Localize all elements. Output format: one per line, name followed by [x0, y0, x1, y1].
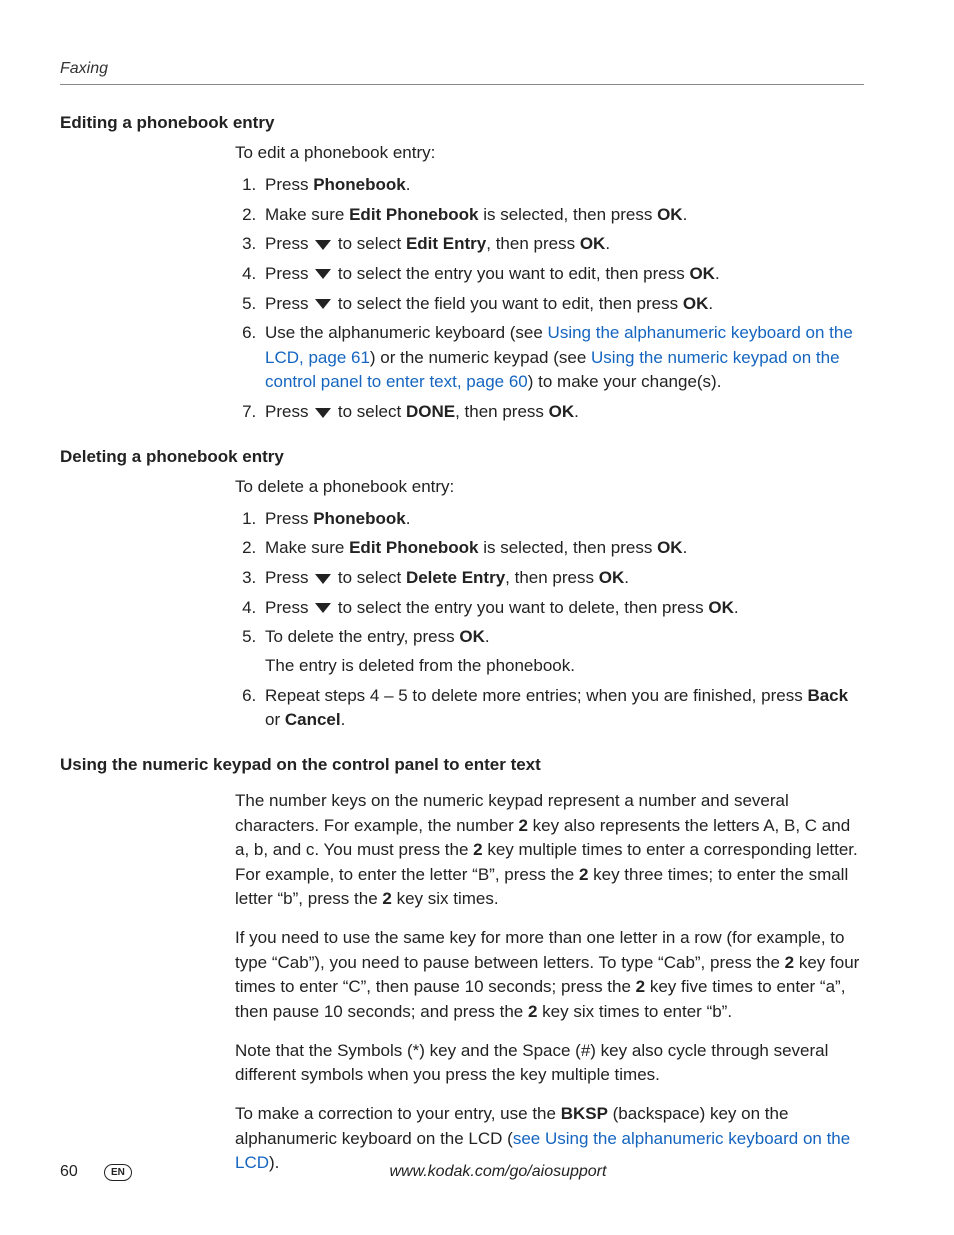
edit-step-2: Make sure Edit Phonebook is selected, th…	[261, 203, 864, 228]
edit-steps: Press Phonebook. Make sure Edit Phoneboo…	[235, 173, 864, 425]
down-arrow-icon	[315, 574, 331, 584]
delete-step-3: Press to select Delete Entry, then press…	[261, 566, 864, 591]
delete-steps: Press Phonebook. Make sure Edit Phoneboo…	[235, 507, 864, 733]
edit-step-6: Use the alphanumeric keyboard (see Using…	[261, 321, 864, 395]
down-arrow-icon	[315, 603, 331, 613]
keypad-para-1: The number keys on the numeric keypad re…	[235, 789, 864, 912]
delete-step-5-result: The entry is deleted from the phonebook.	[265, 654, 864, 679]
edit-step-5: Press to select the field you want to ed…	[261, 292, 864, 317]
edit-intro: To edit a phonebook entry:	[235, 143, 864, 163]
language-badge: EN	[104, 1164, 132, 1181]
down-arrow-icon	[315, 240, 331, 250]
edit-step-1: Press Phonebook.	[261, 173, 864, 198]
edit-step-3: Press to select Edit Entry, then press O…	[261, 232, 864, 257]
footer-url: www.kodak.com/go/aiosupport	[132, 1163, 864, 1181]
delete-step-1: Press Phonebook.	[261, 507, 864, 532]
down-arrow-icon	[315, 269, 331, 279]
keypad-para-2: If you need to use the same key for more…	[235, 926, 864, 1025]
section-heading-deleting: Deleting a phonebook entry	[60, 447, 864, 467]
delete-step-4: Press to select the entry you want to de…	[261, 596, 864, 621]
section-heading-editing: Editing a phonebook entry	[60, 113, 864, 133]
edit-step-7: Press to select DONE, then press OK.	[261, 400, 864, 425]
delete-intro: To delete a phonebook entry:	[235, 477, 864, 497]
delete-step-5: To delete the entry, press OK. The entry…	[261, 625, 864, 678]
page-footer: 60 EN www.kodak.com/go/aiosupport	[60, 1163, 864, 1181]
running-header: Faxing	[60, 60, 864, 85]
page-number: 60	[60, 1163, 100, 1181]
down-arrow-icon	[315, 408, 331, 418]
keypad-para-3: Note that the Symbols (*) key and the Sp…	[235, 1039, 864, 1088]
delete-step-6: Repeat steps 4 – 5 to delete more entrie…	[261, 684, 864, 733]
section-heading-keypad: Using the numeric keypad on the control …	[60, 755, 864, 775]
edit-step-4: Press to select the entry you want to ed…	[261, 262, 864, 287]
delete-step-2: Make sure Edit Phonebook is selected, th…	[261, 536, 864, 561]
down-arrow-icon	[315, 299, 331, 309]
